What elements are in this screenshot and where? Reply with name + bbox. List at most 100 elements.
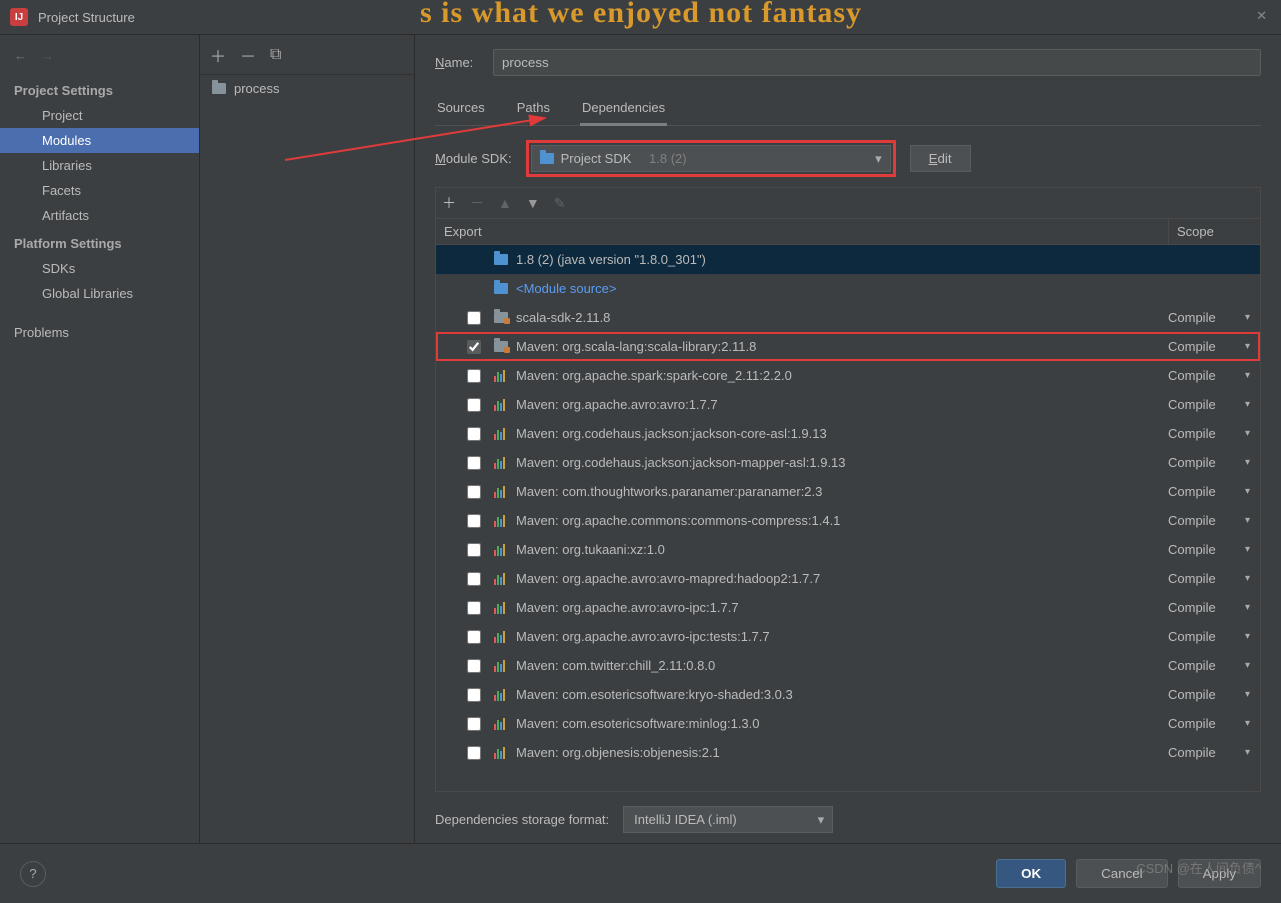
export-checkbox[interactable] <box>467 456 481 470</box>
help-button[interactable]: ? <box>20 861 46 887</box>
tab-sources[interactable]: Sources <box>435 94 487 125</box>
export-checkbox[interactable] <box>467 659 481 673</box>
nav-libraries[interactable]: Libraries <box>0 153 199 178</box>
export-checkbox[interactable] <box>467 485 481 499</box>
module-sdk-select[interactable]: Project SDK 1.8 (2) <box>531 145 891 172</box>
storage-label: Dependencies storage format: <box>435 812 609 827</box>
edit-button[interactable]: Edit <box>910 145 971 172</box>
export-checkbox[interactable] <box>467 601 481 615</box>
storage-select[interactable]: IntelliJ IDEA (.iml) <box>623 806 833 833</box>
scope-select[interactable]: Compile <box>1168 600 1260 615</box>
tab-paths[interactable]: Paths <box>515 94 552 125</box>
scope-select[interactable]: Compile <box>1168 339 1260 354</box>
dep-label: Maven: org.codehaus.jackson:jackson-core… <box>516 426 1168 441</box>
dep-label: Maven: org.apache.avro:avro-ipc:tests:1.… <box>516 629 1168 644</box>
copy-module-icon[interactable]: ⧉ <box>270 46 281 64</box>
nav-global-libraries[interactable]: Global Libraries <box>0 281 199 306</box>
nav-back-icon[interactable]: ← <box>14 48 27 63</box>
scope-select[interactable]: Compile <box>1168 658 1260 673</box>
folder-icon <box>212 83 226 94</box>
move-down-icon[interactable]: ▼ <box>526 195 540 211</box>
cancel-button[interactable]: Cancel <box>1076 859 1168 888</box>
apply-button[interactable]: Apply <box>1178 859 1261 888</box>
dep-label: Maven: com.esotericsoftware:kryo-shaded:… <box>516 687 1168 702</box>
scope-select[interactable]: Compile <box>1168 484 1260 499</box>
dep-row[interactable]: Maven: org.apache.commons:commons-compre… <box>436 506 1260 535</box>
export-checkbox[interactable] <box>467 340 481 354</box>
nav-artifacts[interactable]: Artifacts <box>0 203 199 228</box>
scope-select[interactable]: Compile <box>1168 542 1260 557</box>
dep-row[interactable]: Maven: org.apache.avro:avro:1.7.7Compile <box>436 390 1260 419</box>
export-checkbox[interactable] <box>467 369 481 383</box>
dep-row[interactable]: Maven: org.codehaus.jackson:jackson-mapp… <box>436 448 1260 477</box>
library-icon <box>494 515 505 527</box>
export-checkbox[interactable] <box>467 311 481 325</box>
ok-button[interactable]: OK <box>996 859 1066 888</box>
dep-row[interactable]: 1.8 (2) (java version "1.8.0_301") <box>436 245 1260 274</box>
module-item-process[interactable]: process <box>200 75 414 102</box>
section-project-settings: Project Settings <box>0 75 199 103</box>
export-checkbox[interactable] <box>467 514 481 528</box>
nav-fwd-icon[interactable]: → <box>41 48 54 63</box>
dep-row[interactable]: Maven: org.apache.avro:avro-ipc:tests:1.… <box>436 622 1260 651</box>
scope-select[interactable]: Compile <box>1168 687 1260 702</box>
scope-select[interactable]: Compile <box>1168 571 1260 586</box>
scope-select[interactable]: Compile <box>1168 397 1260 412</box>
scope-select[interactable]: Compile <box>1168 716 1260 731</box>
dep-label: Maven: org.apache.avro:avro-ipc:1.7.7 <box>516 600 1168 615</box>
export-checkbox[interactable] <box>467 572 481 586</box>
section-platform-settings: Platform Settings <box>0 228 199 256</box>
export-col-head[interactable]: Export <box>436 219 496 244</box>
scope-select[interactable]: Compile <box>1168 629 1260 644</box>
dep-row[interactable]: <Module source> <box>436 274 1260 303</box>
scope-select[interactable]: Compile <box>1168 745 1260 760</box>
dep-row[interactable]: Maven: org.codehaus.jackson:jackson-core… <box>436 419 1260 448</box>
dep-toolbar: ＋ － ▲ ▼ ✎ <box>435 187 1261 218</box>
name-input[interactable] <box>493 49 1261 76</box>
nav-facets[interactable]: Facets <box>0 178 199 203</box>
nav-modules[interactable]: Modules <box>0 128 199 153</box>
dep-row[interactable]: Maven: com.twitter:chill_2.11:0.8.0Compi… <box>436 651 1260 680</box>
library-icon <box>494 544 505 556</box>
dep-row[interactable]: Maven: org.apache.avro:avro-mapred:hadoo… <box>436 564 1260 593</box>
dep-row[interactable]: Maven: org.objenesis:objenesis:2.1Compil… <box>436 738 1260 767</box>
dep-row[interactable]: Maven: org.scala-lang:scala-library:2.11… <box>436 332 1260 361</box>
dep-table-header: Export Scope <box>436 219 1260 245</box>
export-checkbox[interactable] <box>467 717 481 731</box>
dep-row[interactable]: scala-sdk-2.11.8Compile <box>436 303 1260 332</box>
footer: ? OK Cancel Apply <box>0 843 1281 903</box>
scope-select[interactable]: Compile <box>1168 455 1260 470</box>
export-checkbox[interactable] <box>467 543 481 557</box>
scope-col-head[interactable]: Scope <box>1168 219 1260 244</box>
library-icon <box>494 718 505 730</box>
scope-select[interactable]: Compile <box>1168 513 1260 528</box>
add-module-icon[interactable]: ＋ <box>210 43 226 67</box>
export-checkbox[interactable] <box>467 398 481 412</box>
move-up-icon[interactable]: ▲ <box>498 195 512 211</box>
dep-row[interactable]: Maven: org.apache.avro:avro-ipc:1.7.7Com… <box>436 593 1260 622</box>
dep-label: Maven: com.thoughtworks.paranamer:parana… <box>516 484 1168 499</box>
dep-row[interactable]: Maven: com.esotericsoftware:minlog:1.3.0… <box>436 709 1260 738</box>
scope-select[interactable]: Compile <box>1168 310 1260 325</box>
nav-sdks[interactable]: SDKs <box>0 256 199 281</box>
close-icon[interactable]: ✕ <box>1256 8 1267 24</box>
scope-select[interactable]: Compile <box>1168 368 1260 383</box>
dep-row[interactable]: Maven: org.tukaani:xz:1.0Compile <box>436 535 1260 564</box>
export-checkbox[interactable] <box>467 688 481 702</box>
add-dep-icon[interactable]: ＋ <box>442 193 456 213</box>
library-icon <box>494 457 505 469</box>
dep-row[interactable]: Maven: com.thoughtworks.paranamer:parana… <box>436 477 1260 506</box>
export-checkbox[interactable] <box>467 746 481 760</box>
export-checkbox[interactable] <box>467 427 481 441</box>
dep-table[interactable]: Export Scope 1.8 (2) (java version "1.8.… <box>435 218 1261 792</box>
dep-row[interactable]: Maven: com.esotericsoftware:kryo-shaded:… <box>436 680 1260 709</box>
tab-dependencies[interactable]: Dependencies <box>580 94 667 126</box>
scope-select[interactable]: Compile <box>1168 426 1260 441</box>
remove-module-icon[interactable]: － <box>240 43 256 67</box>
nav-problems[interactable]: Problems <box>0 320 199 345</box>
edit-dep-icon[interactable]: ✎ <box>554 195 566 212</box>
nav-project[interactable]: Project <box>0 103 199 128</box>
remove-dep-icon[interactable]: － <box>470 193 484 213</box>
dep-row[interactable]: Maven: org.apache.spark:spark-core_2.11:… <box>436 361 1260 390</box>
export-checkbox[interactable] <box>467 630 481 644</box>
